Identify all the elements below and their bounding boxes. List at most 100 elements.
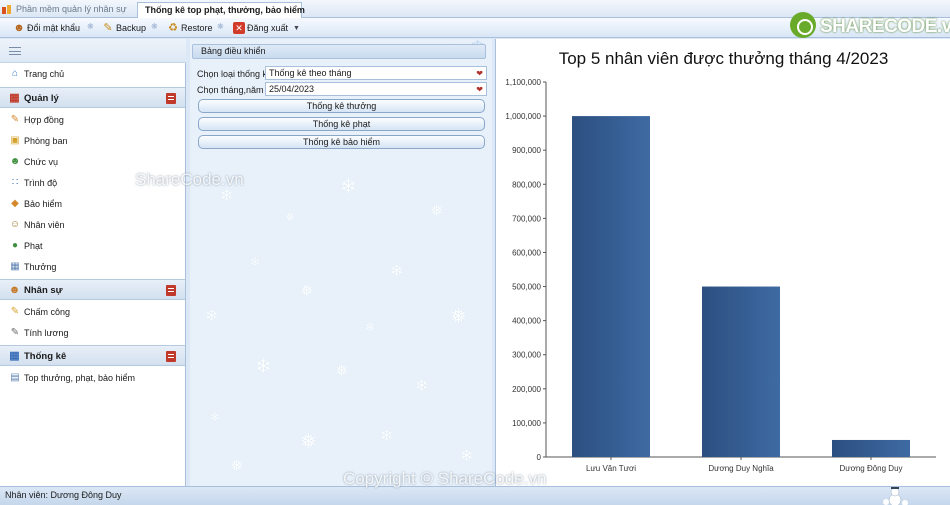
toolbar-overflow-icon[interactable]: ▼ [293,25,301,35]
sidebar-group-statistics[interactable]: ▦ Thống kê [0,345,185,366]
y-tick-label: 300,000 [512,351,541,360]
tab-main-app[interactable]: Phần mềm quản lý nhân sự [0,2,135,18]
stat-type-label: Chọn loại thống kê [197,69,273,79]
snowman-icon [883,487,908,505]
snowflake-icon: ❄ [210,410,221,424]
sidebar-item-salary[interactable]: ✎ Tính lương [0,323,185,343]
tab-statistics-label: Thống kê top phạt, thưởng, bảo hiểm [145,5,305,15]
sidebar-item-top-report[interactable]: ▤ Top thưởng, phạt, bảo hiểm [0,368,185,388]
snowflake-icon: ❄ [365,320,376,334]
sidebar-item-label: Trình độ [24,178,58,188]
sidebar-item-education[interactable]: ∷ Trình độ [0,173,185,193]
app-icon [2,5,11,14]
reward-chart-panel: Top 5 nhân viên được thưởng tháng 4/2023… [495,39,950,486]
sidebar-group-label: Thống kê [24,351,67,362]
y-tick-label: 700,000 [512,214,541,223]
bar [572,116,650,457]
collapse-group-icon[interactable] [166,285,176,296]
snowflake-icon: ❄ [390,263,404,280]
sidebar-item-positions[interactable]: ☻ Chức vụ [0,152,185,172]
sidebar-item-departments[interactable]: ▣ Phòng ban [0,131,185,151]
snowflake-icon: ❄ [415,378,429,395]
snowflake-icon: ❄ [460,448,474,465]
sidebar-item-label: Top thưởng, phạt, bảo hiểm [24,373,135,383]
sidebar-group-manage[interactable]: ▦ Quản lý [0,87,185,108]
report-icon: ▤ [10,372,20,383]
sidebar-item-label: Phạt [24,241,43,251]
sidebar-item-home[interactable]: ⌂ Trang chủ [0,64,185,84]
insurance-icon: ◆ [11,198,19,209]
tab-statistics[interactable]: Thống kê top phạt, thưởng, bảo hiểm [137,2,305,18]
collapse-group-icon[interactable] [166,93,176,104]
bar [702,286,780,457]
sidebar-collapse-handle[interactable] [0,39,186,63]
bar-chart: 0 100,000 200,000 300,000 400,000 500,000 600,… [505,78,936,473]
contract-icon: ✎ [10,114,20,125]
y-tick-label: 500,000 [512,283,541,292]
reward-stats-label: Thống kê thưởng [306,101,377,111]
sidebar-item-timesheet[interactable]: ✎ Chấm công [0,302,185,322]
restore-icon: ♻ [168,22,178,34]
insurance-stats-button[interactable]: Thống kê bảo hiểm [198,135,485,149]
sidebar-item-label: Thưởng [24,262,57,272]
month-year-date-picker[interactable]: 25/04/2023 ❤ [265,82,487,96]
dropdown-arrow-icon[interactable]: ❤ [476,84,483,96]
status-bar: Nhân viên: Dương Đông Duy [0,486,950,505]
y-tick-label: 400,000 [512,317,541,326]
sidebar-item-contracts[interactable]: ✎ Hợp đồng [0,110,185,130]
change-password-label: Đổi mật khẩu [27,23,81,33]
home-icon: ⌂ [11,68,19,79]
logout-button[interactable]: ✕ Đăng xuất [232,21,288,35]
y-tick-label: 100,000 [512,419,541,428]
x-tick-label: Dương Đông Duy [839,464,902,473]
sidebar-item-label: Chấm công [24,307,71,317]
sidebar-item-reward[interactable]: ▦ Thưởng [0,257,185,277]
sidebar-group-label: Nhân sự [24,285,63,296]
snowflake-icon: ❅ [300,431,317,453]
employees-icon: ☺ [9,219,21,230]
salary-icon: ✎ [10,327,20,338]
hr-icon: ☻ [8,284,21,296]
sidebar-item-label: Trang chủ [24,69,65,79]
penalty-icon: ● [11,240,19,251]
panel-header[interactable]: Bảng điều khiển [192,44,486,59]
sidebar-item-employees[interactable]: ☺ Nhân viên [0,215,185,235]
snowflake-icon: ❄ [340,176,357,198]
sidebar-item-label: Nhân viên [24,220,65,230]
y-tick-label: 0 [537,453,542,462]
snowflake-icon: ❄ [380,428,394,445]
sidebar-item-penalty[interactable]: ● Phạt [0,236,185,256]
stat-type-value: Thống kê theo tháng [269,68,352,78]
penalty-stats-label: Thống kê phạt [312,119,371,129]
user-key-icon: ☻ [13,22,25,34]
sidebar-item-insurance[interactable]: ◆ Bảo hiểm [0,194,185,214]
month-year-label: Chọn tháng,năm [197,85,264,95]
navigation-sidebar: ⌂ Trang chủ ▦ Quản lý ✎ Hợp đồng ▣ Phòng b… [0,39,186,486]
dropdown-arrow-icon[interactable]: ❤ [476,68,483,80]
y-tick-label: 1,000,000 [505,112,541,121]
penalty-stats-button[interactable]: Thống kê phạt [198,117,485,131]
sidebar-item-label: Chức vụ [24,157,59,167]
sidebar-group-hr[interactable]: ☻ Nhân sự [0,279,185,300]
snowflake-icon: ❅ [300,283,314,300]
reward-icon: ▦ [10,261,20,272]
control-panel: ❄ ❄ ❄ ❅ ❄ ❅ ❄ ❄ ❅ ❄ ❄ ❅ ❄ ❅ ❄ ❄ ❅ ❄ ❄ ❅ … [190,39,492,486]
insurance-stats-label: Thống kê bảo hiểm [302,137,381,147]
stat-type-combobox[interactable]: Thống kê theo tháng ❤ [265,66,487,80]
logo-text: SHARECODE.vn [820,16,950,37]
timesheet-icon: ✎ [10,306,20,317]
collapse-group-icon[interactable] [166,351,176,362]
statistics-icon: ▦ [9,350,20,362]
sidebar-item-label: Tính lương [24,328,69,338]
manage-icon: ▦ [9,92,20,104]
separator-dot-icon: ❋ [151,22,158,31]
panel-header-label: Bảng điều khiển [201,46,266,56]
restore-button[interactable]: ♻ Restore [166,21,212,35]
change-password-button[interactable]: ☻ Đổi mật khẩu [12,21,80,35]
sharecode-logo: SHARECODE.vn [788,10,950,42]
backup-label: Backup [116,23,147,33]
logout-icon: ✕ [233,22,245,34]
backup-button[interactable]: ✎ Backup [101,21,146,35]
reward-stats-button[interactable]: Thống kê thưởng [198,99,485,113]
y-tick-label: 900,000 [512,146,541,155]
